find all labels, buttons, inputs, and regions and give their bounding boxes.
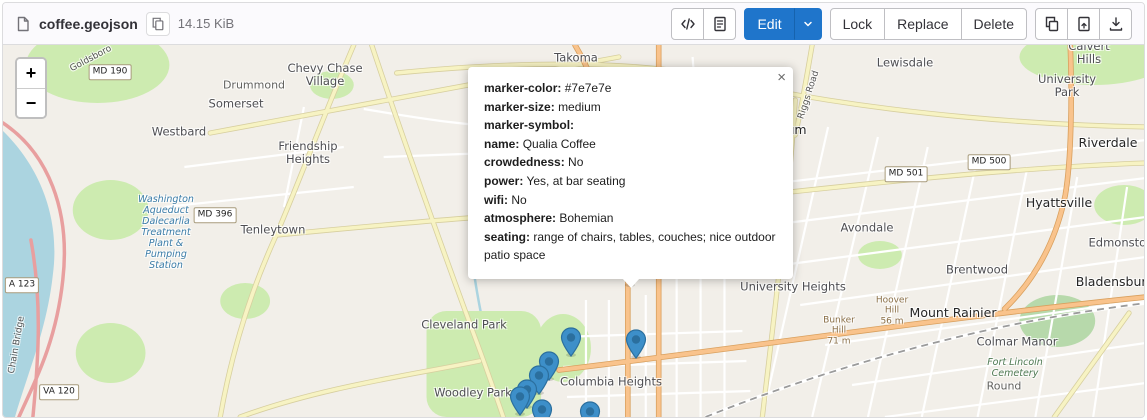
file-header: coffee.geojson 14.15 KiB xyxy=(3,3,1144,45)
popup-close-button[interactable]: × xyxy=(777,70,786,85)
edit-button[interactable]: Edit xyxy=(744,8,794,40)
code-icon xyxy=(680,16,696,32)
map[interactable]: GoldsboroMD 190Chevy Chase VillageDrummo… xyxy=(3,45,1145,417)
delete-button[interactable]: Delete xyxy=(961,8,1027,40)
popup-field: marker-size: medium xyxy=(484,98,777,117)
view-toggle-group xyxy=(671,8,736,40)
popup-field: atmosphere: Bohemian xyxy=(484,209,777,228)
file-name: coffee.geojson xyxy=(39,16,138,32)
chevron-down-icon xyxy=(802,18,814,30)
copy-contents-button[interactable] xyxy=(1035,8,1068,40)
popup-field: power: Yes, at bar seating xyxy=(484,172,777,191)
map-marker[interactable] xyxy=(625,329,647,359)
map-marker[interactable] xyxy=(531,399,553,417)
copy-path-button[interactable] xyxy=(146,12,170,36)
popup-field: marker-color: #7e7e7e xyxy=(484,79,777,98)
lock-button[interactable]: Lock xyxy=(830,8,886,40)
clipboard-icon xyxy=(151,17,165,31)
edit-dropdown-toggle[interactable] xyxy=(794,8,822,40)
map-marker[interactable] xyxy=(560,327,582,357)
copy-icon xyxy=(1044,16,1060,32)
edit-split-button: Edit xyxy=(744,8,821,40)
popup-tip xyxy=(622,278,640,288)
raw-file-icon xyxy=(1076,16,1092,32)
file-viewer: coffee.geojson 14.15 KiB xyxy=(2,2,1145,418)
file-icon xyxy=(15,16,31,32)
file-size: 14.15 KiB xyxy=(178,16,234,31)
file-utility-group xyxy=(1035,8,1132,40)
document-icon xyxy=(712,16,728,32)
map-marker[interactable] xyxy=(509,386,531,416)
map-marker[interactable] xyxy=(579,401,601,417)
download-icon xyxy=(1108,16,1124,32)
display-source-button[interactable] xyxy=(671,8,704,40)
popup-field: marker-symbol: xyxy=(484,116,777,135)
zoom-out-button[interactable]: − xyxy=(17,88,45,117)
zoom-in-button[interactable]: + xyxy=(17,59,45,88)
popup-field: crowdedness: No xyxy=(484,153,777,172)
download-button[interactable] xyxy=(1099,8,1132,40)
file-action-group: Lock Replace Delete xyxy=(830,8,1027,40)
feature-popup: × marker-color: #7e7e7e marker-size: med… xyxy=(468,67,793,279)
zoom-control: + − xyxy=(15,57,47,119)
display-rendered-button[interactable] xyxy=(703,8,736,40)
open-raw-button[interactable] xyxy=(1067,8,1100,40)
replace-button[interactable]: Replace xyxy=(884,8,961,40)
popup-field: name: Qualia Coffee xyxy=(484,135,777,154)
popup-field: wifi: No xyxy=(484,191,777,210)
popup-field: seating: range of chairs, tables, couche… xyxy=(484,228,777,265)
